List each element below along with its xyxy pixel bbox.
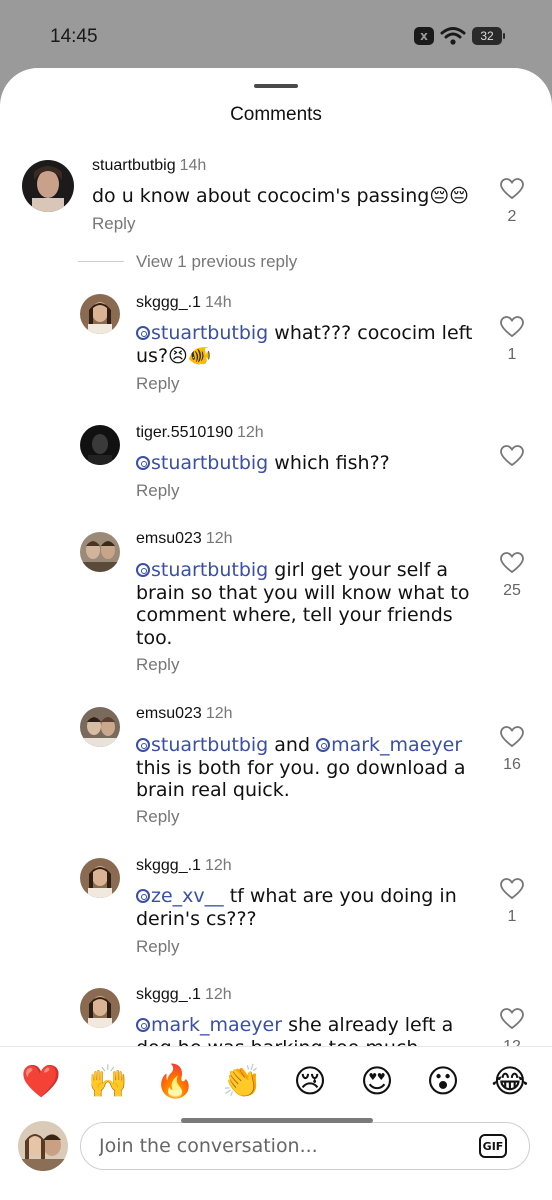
like-count: 16 [503, 756, 521, 773]
mention-link[interactable]: stuartbutbig [136, 559, 268, 581]
status-bar: 14:45 x 32 [0, 0, 552, 70]
divider [78, 261, 124, 262]
username[interactable]: emsu023 [136, 705, 202, 722]
status-icons: x 32 [414, 26, 505, 46]
heart-icon [500, 726, 524, 748]
threads-icon [136, 563, 150, 577]
username[interactable]: stuartbutbig [92, 157, 176, 174]
reply-button[interactable]: Reply [92, 214, 135, 234]
threads-icon [136, 1018, 150, 1032]
reply-button[interactable]: Reply [136, 374, 179, 394]
emoji-clap[interactable]: 👏 [220, 1061, 264, 1101]
like-button[interactable]: 1 [492, 878, 532, 926]
emoji-fire[interactable]: 🔥 [153, 1061, 197, 1101]
heart-icon [500, 445, 524, 467]
like-button[interactable]: 25 [492, 552, 532, 600]
heart-icon [500, 178, 524, 200]
emoji-heart[interactable]: ❤️ [19, 1061, 63, 1101]
mention-link[interactable]: mark_maeyer [316, 734, 462, 756]
reply-button[interactable]: Reply [136, 655, 179, 675]
home-indicator [181, 1118, 373, 1123]
username[interactable]: skggg_.1 [136, 986, 201, 1003]
comment-text: stuartbutbig what??? cococim left us?😣🐠 [136, 322, 473, 367]
like-button[interactable]: 16 [492, 726, 532, 774]
threads-icon [316, 738, 331, 752]
mention-link[interactable]: mark_maeyer [136, 1014, 282, 1036]
comment-header: skggg_.1 12h [136, 857, 232, 875]
emoji-heart-eyes[interactable]: 😍 [355, 1061, 399, 1101]
username[interactable]: tiger.5510190 [136, 424, 233, 441]
avatar[interactable] [22, 160, 74, 212]
avatar[interactable] [80, 532, 120, 572]
mention-link[interactable]: stuartbutbig [136, 734, 268, 756]
reply-button[interactable]: Reply [136, 481, 179, 501]
battery-icon: 32 [472, 27, 505, 45]
timestamp: 12h [205, 705, 233, 722]
view-previous-replies[interactable]: View 1 previous reply [136, 252, 297, 272]
comment-text: stuartbutbig and mark_maeyer this is bot… [136, 734, 466, 801]
emoji-raising-hands[interactable]: 🙌 [86, 1061, 130, 1101]
timestamp: 12h [205, 530, 233, 547]
mention-link[interactable]: stuartbutbig [136, 322, 268, 344]
comment-header: skggg_.1 14h [136, 294, 232, 312]
heart-icon [500, 1008, 524, 1030]
like-count: 1 [507, 908, 517, 925]
reply-button[interactable]: Reply [136, 937, 179, 957]
drag-handle[interactable] [254, 84, 298, 88]
mention-link[interactable]: ze_xv__ [136, 885, 224, 907]
comment-composer: GIF [0, 1114, 552, 1200]
like-button[interactable] [492, 445, 532, 471]
comment-header: tiger.5510190 12h [136, 424, 264, 442]
threads-icon [136, 889, 150, 903]
comment-text: stuartbutbig girl get your self a brain … [136, 559, 470, 649]
timestamp: 12h [204, 986, 232, 1003]
comment-input-box[interactable]: GIF [80, 1122, 530, 1170]
username[interactable]: skggg_.1 [136, 294, 201, 311]
emoji-surprised[interactable]: 😮 [421, 1061, 465, 1101]
heart-icon [500, 316, 524, 338]
avatar[interactable] [80, 707, 120, 747]
threads-icon [136, 456, 150, 470]
comment-header: skggg_.1 12h [136, 986, 232, 1004]
like-count: 25 [503, 582, 521, 599]
comment-header: stuartbutbig 14h [92, 157, 206, 175]
emoji-laughing[interactable]: 😂 [488, 1061, 532, 1101]
no-sim-icon: x [414, 27, 434, 45]
status-time: 14:45 [50, 26, 98, 47]
sheet-title: Comments [230, 104, 322, 125]
my-avatar [18, 1121, 68, 1171]
threads-icon [136, 326, 150, 340]
avatar[interactable] [80, 858, 120, 898]
username[interactable]: emsu023 [136, 530, 202, 547]
emoji-bar: ❤️ 🙌 🔥 👏 😢 😍 😮 😂 [0, 1046, 552, 1115]
comment-header: emsu023 12h [136, 705, 233, 723]
heart-icon [500, 878, 524, 900]
like-button[interactable]: 1 [492, 316, 532, 364]
mention-link[interactable]: stuartbutbig [136, 452, 268, 474]
heart-icon [500, 552, 524, 574]
username[interactable]: skggg_.1 [136, 857, 201, 874]
reply-button[interactable]: Reply [136, 807, 179, 827]
timestamp: 12h [236, 424, 264, 441]
wifi-icon [440, 27, 466, 45]
avatar[interactable] [80, 294, 120, 334]
like-count: 2 [507, 208, 517, 225]
like-button[interactable]: 2 [492, 178, 532, 226]
threads-icon [136, 738, 150, 752]
comment-input[interactable] [99, 1133, 459, 1159]
comment-text: ze_xv__ tf what are you doing in derin's… [136, 885, 457, 930]
emoji-crying[interactable]: 😢 [288, 1061, 332, 1101]
timestamp: 14h [179, 157, 207, 174]
avatar[interactable] [80, 425, 120, 465]
like-count: 1 [507, 346, 517, 363]
timestamp: 12h [204, 857, 232, 874]
timestamp: 14h [204, 294, 232, 311]
gif-button[interactable]: GIF [479, 1134, 507, 1158]
comments-sheet: Comments stuartbutbig 14h do u know about… [0, 68, 552, 1200]
comment-text: do u know about cococim's passing😔😔 [92, 185, 469, 207]
avatar[interactable] [80, 988, 120, 1028]
comment-header: emsu023 12h [136, 530, 233, 548]
comment-text: stuartbutbig which fish?? [136, 452, 476, 475]
